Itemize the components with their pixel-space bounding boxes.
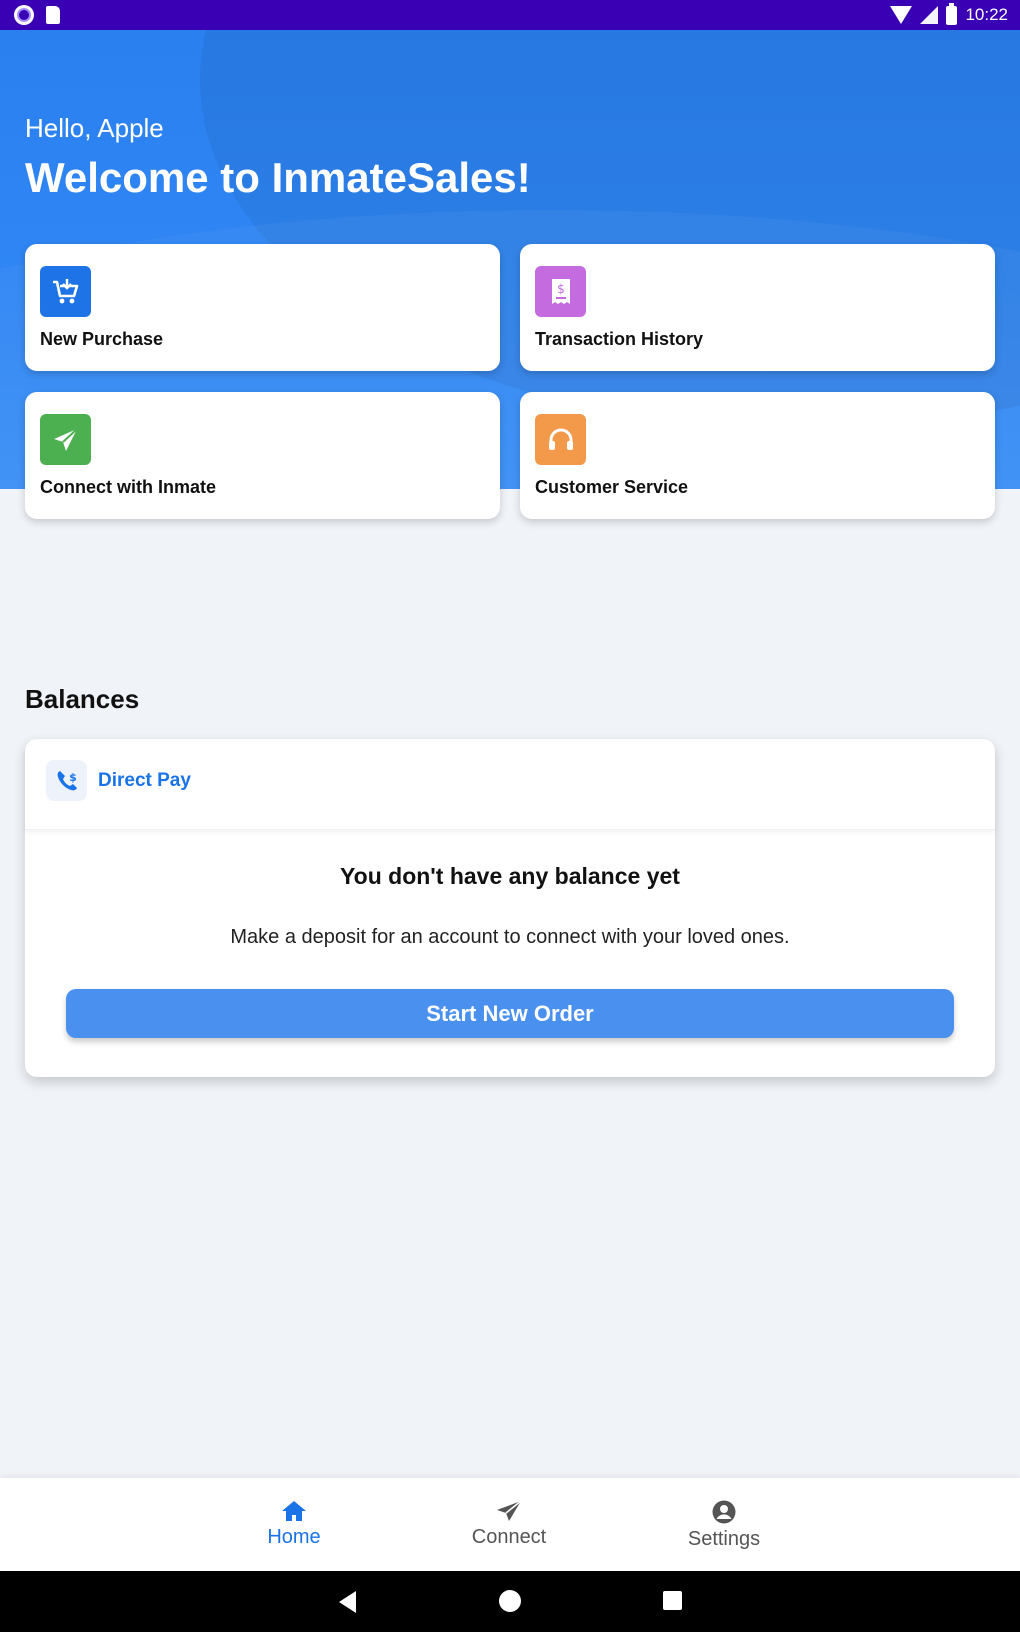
home-icon [282,1501,306,1521]
transaction-history-label: Transaction History [535,329,704,349]
account-name: Direct Pay [98,770,191,791]
system-navigation-bar [0,1571,1020,1632]
paper-plane-icon [40,414,91,465]
balances-heading: Balances [25,684,140,714]
new-purchase-label: New Purchase [40,329,164,349]
paper-plane-icon [497,1500,522,1521]
notification-app-icon [14,5,34,25]
home-circle-icon[interactable] [499,1590,521,1612]
connect-with-inmate-label: Connect with Inmate [40,477,217,497]
empty-balance-title: You don't have any balance yet [340,863,680,889]
customer-service-label: Customer Service [535,477,689,497]
recent-apps-icon[interactable] [663,1591,682,1610]
phone-dollar-icon: $ [46,760,87,801]
back-icon[interactable] [339,1591,356,1613]
start-new-order-button[interactable]: Start New Order [66,989,954,1038]
nav-settings-label: Settings [687,1528,761,1550]
customer-service-card[interactable]: Customer Service [520,392,995,519]
nav-home-label: Home [267,1526,321,1548]
account-circle-icon [712,1500,736,1524]
bottom-navigation: Home Connect Settings [0,1478,1020,1571]
cell-signal-icon [920,6,939,24]
page-title: Welcome to InmateSales! [25,154,531,201]
greeting: Hello, Apple [25,113,164,143]
balance-account-header[interactable]: $ Direct Pay [25,739,995,830]
battery-icon [946,2,958,25]
sd-card-icon [46,6,60,24]
status-time: 10:22 [965,5,1008,24]
headset-icon [535,414,586,465]
status-bar: 10:22 [0,0,1020,30]
new-purchase-card[interactable]: New Purchase [25,244,500,371]
nav-settings[interactable]: Settings [654,1478,794,1571]
svg-text:$: $ [69,771,77,784]
transaction-history-card[interactable]: $ Transaction History [520,244,995,371]
svg-text:$: $ [557,282,565,296]
nav-connect[interactable]: Connect [439,1478,579,1571]
nav-home[interactable]: Home [224,1478,364,1571]
cart-download-icon [40,266,91,317]
connect-with-inmate-card[interactable]: Connect with Inmate [25,392,500,519]
nav-connect-label: Connect [471,1526,547,1548]
wifi-icon [890,6,913,24]
empty-balance-message: Make a deposit for an account to connect… [230,926,790,948]
balance-card: $ Direct Pay You don't have any balance … [25,739,995,1077]
receipt-dollar-icon: $ [535,266,586,317]
